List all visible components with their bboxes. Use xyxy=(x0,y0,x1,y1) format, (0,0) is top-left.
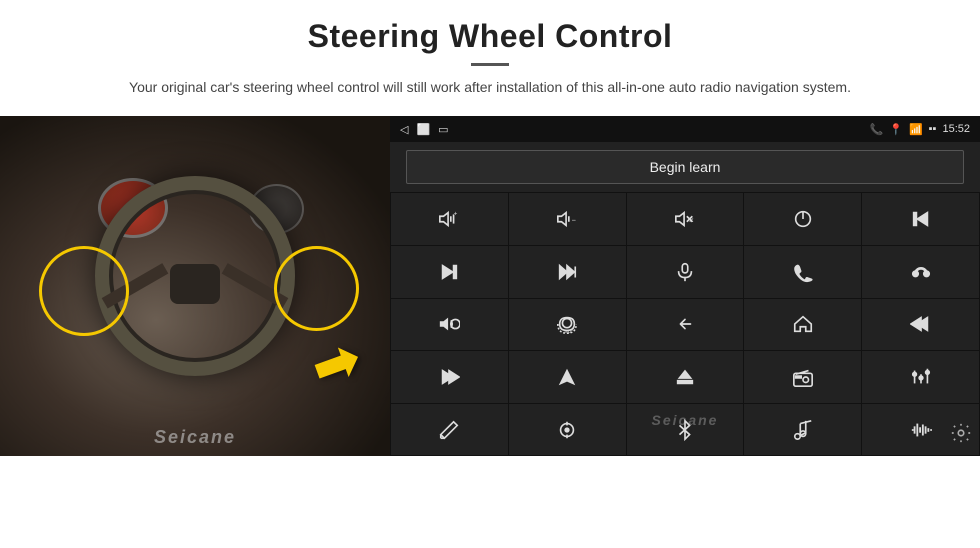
content-area: ➡ Seicane ◁ ⬜ ▭ 📞 📍 📶 ▪▪ 15:52 xyxy=(0,116,980,548)
statusbar-left: ◁ ⬜ ▭ xyxy=(400,123,449,136)
wifi-status-icon: 📶 xyxy=(909,123,923,136)
controls-grid: + − ✕ xyxy=(390,192,980,456)
svg-text:+: + xyxy=(454,211,458,218)
vol-up-button[interactable]: + xyxy=(391,193,508,245)
fast-forward-button[interactable] xyxy=(509,246,626,298)
highlight-circle-right xyxy=(274,246,359,331)
vol-mute-button[interactable]: ✕ xyxy=(627,193,744,245)
steering-wheel-panel: ➡ Seicane xyxy=(0,116,390,456)
next-track-button[interactable] xyxy=(391,246,508,298)
page-wrapper: Steering Wheel Control Your original car… xyxy=(0,0,980,548)
title-divider xyxy=(471,63,509,66)
power-button[interactable] xyxy=(744,193,861,245)
gear-settings-icon[interactable] xyxy=(950,422,972,450)
mic-button[interactable] xyxy=(627,246,744,298)
statusbar-right: 📞 📍 📶 ▪▪ 15:52 xyxy=(870,123,970,136)
settings-knob-button[interactable] xyxy=(509,404,626,456)
eject-button[interactable] xyxy=(627,351,744,403)
location-status-icon: 📍 xyxy=(889,123,903,136)
phone-hang-up-button[interactable] xyxy=(862,246,979,298)
navigate-button[interactable] xyxy=(509,351,626,403)
back-button[interactable] xyxy=(627,299,744,351)
battery-icon: ▪▪ xyxy=(929,123,937,135)
vol-down-button[interactable]: − xyxy=(509,193,626,245)
begin-learn-button[interactable]: Begin learn xyxy=(406,150,964,184)
android-panel: ◁ ⬜ ▭ 📞 📍 📶 ▪▪ 15:52 Begin learn xyxy=(390,116,980,456)
page-title: Steering Wheel Control xyxy=(60,18,920,55)
highlight-circle-left xyxy=(39,246,129,336)
music-button[interactable] xyxy=(744,404,861,456)
clock-display: 15:52 xyxy=(942,123,970,135)
subtitle-text: Your original car's steering wheel contr… xyxy=(100,76,880,98)
android-statusbar: ◁ ⬜ ▭ 📞 📍 📶 ▪▪ 15:52 xyxy=(390,116,980,142)
speaker-button[interactable] xyxy=(391,299,508,351)
skip-forward-button[interactable] xyxy=(391,351,508,403)
seicane-watermark: Seicane xyxy=(154,427,236,448)
header-section: Steering Wheel Control Your original car… xyxy=(0,0,980,108)
pen-button[interactable] xyxy=(391,404,508,456)
prev-track-button[interactable] xyxy=(862,193,979,245)
home-nav-icon[interactable]: ⬜ xyxy=(416,123,430,136)
phone-status-icon: 📞 xyxy=(870,123,884,136)
back-nav-icon[interactable]: ◁ xyxy=(400,123,408,136)
steering-wheel-hub xyxy=(170,264,220,304)
svg-text:✕: ✕ xyxy=(689,218,694,225)
begin-learn-row: Begin learn xyxy=(390,142,980,192)
radio-button[interactable] xyxy=(744,351,861,403)
skip-back-button[interactable] xyxy=(862,299,979,351)
home-button[interactable] xyxy=(744,299,861,351)
bluetooth-button[interactable] xyxy=(627,404,744,456)
recents-nav-icon[interactable]: ▭ xyxy=(438,123,448,136)
equalizer-button[interactable] xyxy=(862,351,979,403)
phone-answer-button[interactable] xyxy=(744,246,861,298)
camera-360-button[interactable]: 360° xyxy=(509,299,626,351)
svg-text:−: − xyxy=(572,216,576,225)
